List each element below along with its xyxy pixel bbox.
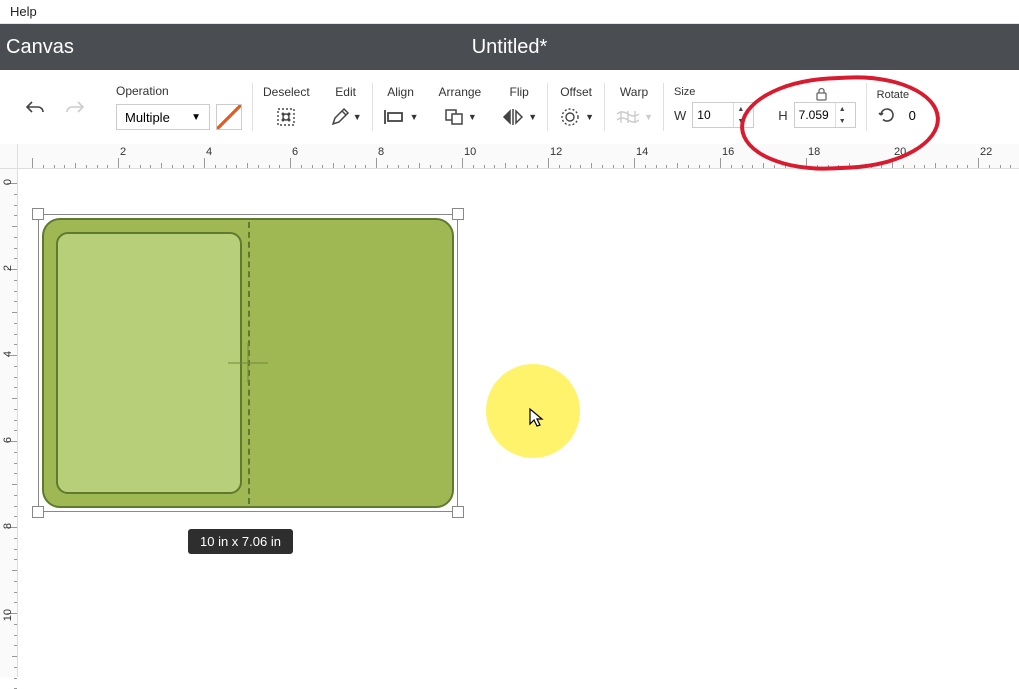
edit-label: Edit bbox=[335, 85, 356, 99]
resize-handle-bl[interactable] bbox=[32, 506, 44, 518]
cursor-icon bbox=[528, 407, 546, 429]
chevron-down-icon: ▼ bbox=[468, 112, 477, 122]
width-label: W bbox=[674, 108, 686, 123]
project-title: Untitled* bbox=[472, 36, 548, 59]
offset-button[interactable]: ▼ bbox=[558, 105, 594, 129]
toolbar: Operation Multiple ▼ Deselect Edit ▼ Ali… bbox=[0, 70, 1019, 144]
ruler-horizontal: 246810121416182022 bbox=[18, 144, 1019, 169]
width-up[interactable]: ▲ bbox=[734, 103, 747, 115]
height-down[interactable]: ▼ bbox=[836, 115, 849, 127]
warp-label: Warp bbox=[620, 85, 648, 99]
selection-border bbox=[38, 214, 458, 512]
operation-value: Multiple bbox=[125, 110, 170, 125]
offset-label: Offset bbox=[560, 85, 592, 99]
chevron-down-icon: ▼ bbox=[585, 112, 594, 122]
ruler-corner bbox=[0, 144, 18, 169]
height-input[interactable]: ▲▼ bbox=[794, 102, 856, 128]
resize-handle-br[interactable] bbox=[452, 506, 464, 518]
operation-dropdown[interactable]: Multiple ▼ bbox=[116, 104, 210, 130]
deselect-button[interactable] bbox=[275, 105, 297, 129]
title-bar: Canvas Untitled* bbox=[0, 24, 1019, 70]
chevron-down-icon: ▼ bbox=[410, 112, 419, 122]
height-field[interactable] bbox=[795, 108, 835, 122]
stroke-color-swatch[interactable] bbox=[216, 104, 242, 130]
undo-button[interactable] bbox=[24, 96, 46, 118]
resize-handle-tl[interactable] bbox=[32, 208, 44, 220]
canvas-title: Canvas bbox=[6, 36, 74, 59]
operation-label: Operation bbox=[116, 84, 169, 98]
rotate-label: Rotate bbox=[877, 89, 909, 101]
deselect-label: Deselect bbox=[263, 85, 310, 99]
canvas-area[interactable]: 10 in x 7.06 in bbox=[18, 169, 1019, 677]
chevron-down-icon: ▼ bbox=[528, 112, 537, 122]
selection-box[interactable] bbox=[32, 208, 464, 518]
chevron-down-icon: ▼ bbox=[353, 112, 362, 122]
selection-dimensions: 10 in x 7.06 in bbox=[188, 529, 293, 554]
width-input[interactable]: ▲▼ bbox=[692, 102, 754, 128]
redo-button[interactable] bbox=[64, 96, 86, 118]
arrange-label: Arrange bbox=[439, 85, 482, 99]
rotate-icon[interactable] bbox=[877, 105, 897, 125]
warp-button: ▼ bbox=[615, 105, 653, 129]
height-label: H bbox=[778, 108, 787, 123]
size-label: Size bbox=[674, 86, 695, 98]
flip-label: Flip bbox=[510, 85, 529, 99]
width-field[interactable] bbox=[693, 108, 733, 122]
rotate-value: 0 bbox=[909, 108, 916, 123]
chevron-down-icon: ▼ bbox=[191, 112, 201, 123]
width-down[interactable]: ▼ bbox=[734, 115, 747, 127]
align-label: Align bbox=[387, 85, 414, 99]
height-up[interactable]: ▲ bbox=[836, 103, 849, 115]
menu-help[interactable]: Help bbox=[10, 4, 37, 19]
lock-icon[interactable] bbox=[815, 87, 828, 101]
ruler-vertical: 0246810 bbox=[0, 169, 18, 677]
align-button[interactable]: ▼ bbox=[383, 105, 419, 129]
arrange-button[interactable]: ▼ bbox=[443, 105, 477, 129]
chevron-down-icon: ▼ bbox=[644, 112, 653, 122]
resize-handle-tr[interactable] bbox=[452, 208, 464, 220]
edit-button[interactable]: ▼ bbox=[330, 105, 362, 129]
flip-button[interactable]: ▼ bbox=[501, 105, 537, 129]
